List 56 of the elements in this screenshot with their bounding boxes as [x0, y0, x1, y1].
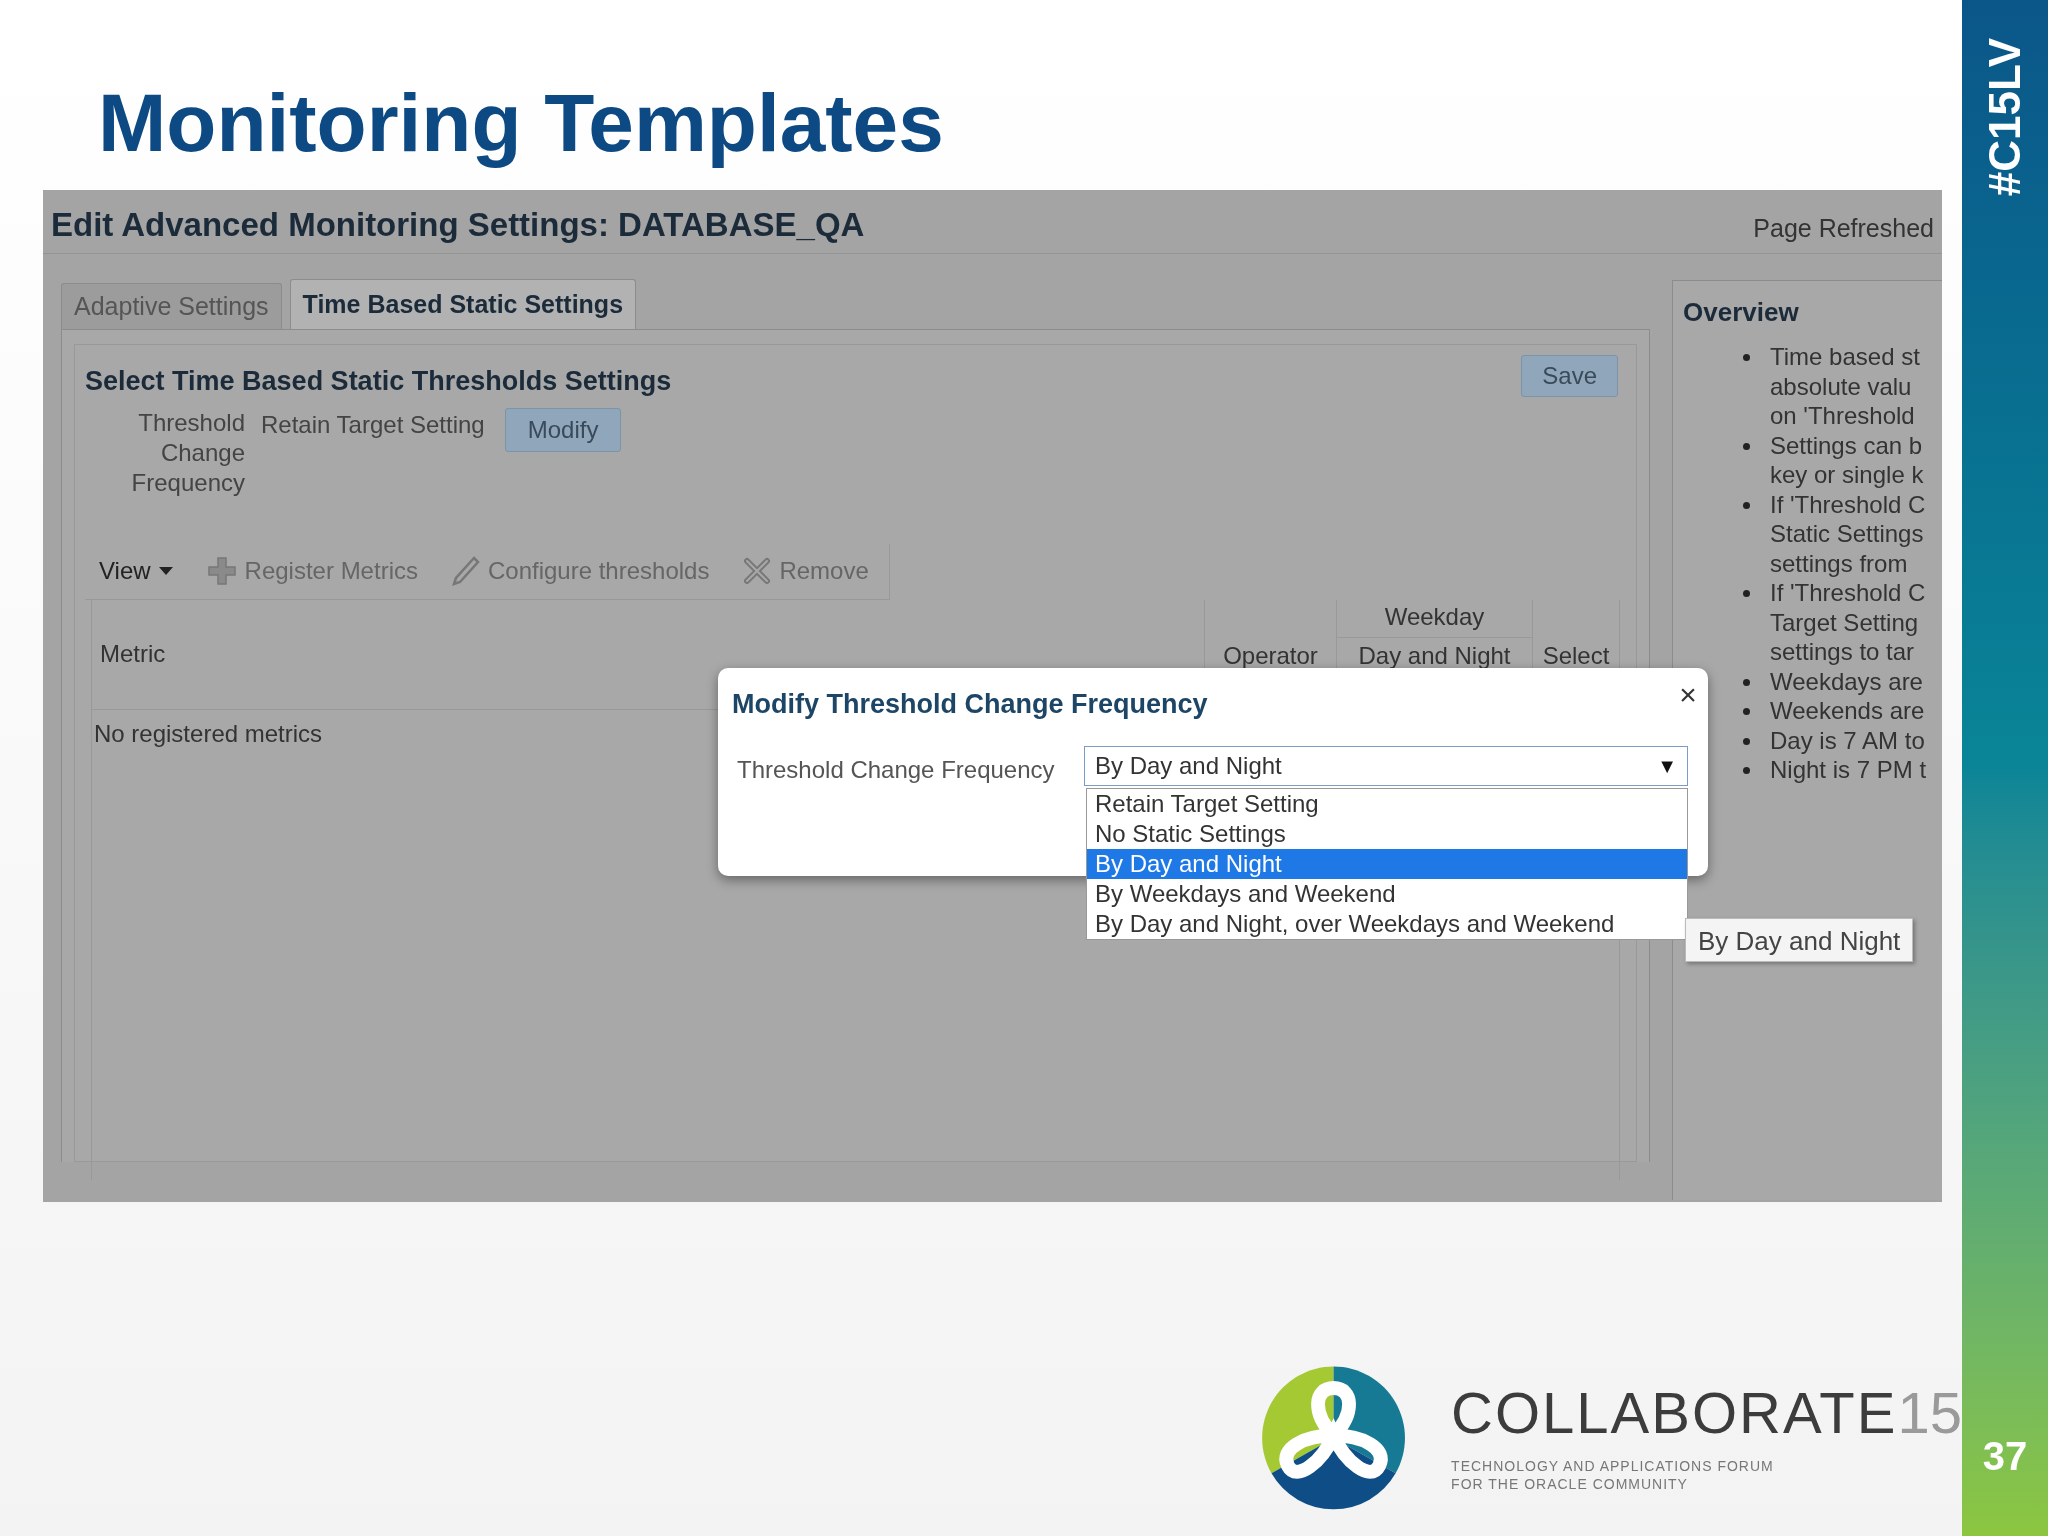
field-label: Threshold Change Frequency	[130, 407, 245, 498]
overview-text: Static Settings	[1770, 519, 1925, 549]
overview-text: settings to tar	[1770, 637, 1916, 667]
tooltip: By Day and Night	[1685, 918, 1914, 962]
dropdown-option[interactable]: By Day and Night	[1087, 849, 1687, 879]
bullet-icon	[1743, 767, 1750, 774]
tab[interactable]: Time Based Static Settings	[289, 279, 637, 329]
overview-text: Day is 7 AM to	[1770, 725, 1925, 755]
bullet-icon	[1743, 501, 1750, 509]
cross-icon	[743, 557, 772, 585]
bullet-icon	[1743, 590, 1750, 597]
column-header: Operator	[1223, 640, 1318, 671]
overview-text: Night is 7 PM t	[1770, 755, 1927, 785]
tagline-text: TECHNOLOGY AND APPLICATIONS FORUM	[1451, 1457, 1775, 1475]
overview-title: Overview	[1683, 296, 1799, 329]
column-header: Day and Night	[1358, 640, 1511, 671]
plus-icon	[206, 556, 237, 586]
page-refreshed-label: Page Refreshed	[1753, 213, 1934, 244]
overview-text: Weekdays are	[1770, 666, 1923, 696]
slide-title: Monitoring Templates	[98, 78, 944, 168]
overview-text: settings from	[1770, 548, 1909, 578]
brand-name: COLLABORATE	[1451, 1383, 1898, 1443]
overview-text: Time based st	[1770, 342, 1920, 372]
tagline-text: FOR THE ORACLE COMMUNITY	[1451, 1475, 1689, 1493]
frequency-dropdown[interactable]: By Day and Night ▼	[1084, 746, 1688, 786]
overview-text: If 'Threshold C	[1770, 489, 1926, 519]
bullet-icon	[1743, 678, 1750, 686]
field-value: Retain Target Setting	[261, 409, 485, 440]
empty-table-message: No registered metrics	[94, 719, 323, 747]
bullet-icon	[1743, 442, 1750, 450]
bullet-icon	[1743, 354, 1750, 361]
bullet-icon	[1743, 737, 1750, 745]
view-menu[interactable]: View	[99, 553, 173, 589]
column-group-header: Weekday	[1384, 601, 1485, 632]
overview-text: absolute valu	[1770, 371, 1913, 401]
hashtag: #C15LV	[1979, 38, 2030, 197]
page-title: Edit Advanced Monitoring Settings: DATABASE_QA	[51, 205, 865, 245]
pencil-icon	[451, 556, 480, 586]
caret-icon	[158, 567, 173, 575]
column-header: Select	[1542, 640, 1610, 671]
close-button[interactable]: ×	[1674, 678, 1702, 712]
column-header: Metric	[100, 639, 166, 669]
save-button[interactable]: Save	[1521, 355, 1618, 397]
overview-text: Target Setting	[1770, 607, 1920, 637]
field-label: Threshold Change Frequency	[737, 755, 1055, 785]
brand-number: 15	[1897, 1383, 1962, 1443]
modify-button[interactable]: Modify	[504, 407, 622, 452]
overview-text: Settings can b	[1770, 430, 1924, 460]
overview-text: If 'Threshold C	[1770, 578, 1926, 608]
bullet-icon	[1743, 708, 1750, 715]
overview-text: key or single k	[1770, 460, 1924, 490]
page-number: 37	[1982, 1433, 2028, 1480]
section-title: Select Time Based Static Thresholds Settings	[85, 365, 672, 398]
overview-text: Weekends are	[1770, 696, 1925, 726]
overview-text: on 'Threshold	[1770, 401, 1916, 431]
dialog-title: Modify Threshold Change Frequency	[732, 688, 1208, 721]
